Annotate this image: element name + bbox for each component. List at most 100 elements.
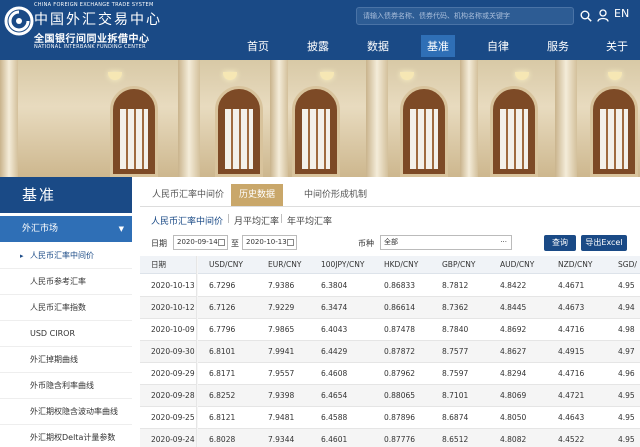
search-input[interactable]: 请输入债券名称、债券代码、机构名称或关键字: [356, 7, 574, 25]
en-title-bottom: NATIONAL INTERBANK FUNDING CENTER: [34, 44, 146, 50]
tab-mechanism[interactable]: 中间价形成机制: [296, 184, 375, 206]
table-cell: 4.8069: [500, 391, 527, 400]
search-button[interactable]: 查询: [544, 235, 576, 251]
table-cell: 6.8028: [209, 435, 236, 444]
table-cell: 4.8692: [500, 325, 527, 334]
table-cell: 4.8082: [500, 435, 527, 444]
table-cell: 4.8294: [500, 369, 527, 378]
sidebar-item-reference-rate[interactable]: 人民币参考汇率: [0, 269, 132, 295]
table-cell: 6.4588: [321, 413, 348, 422]
sidebar-item-implied-vol-curve[interactable]: 外汇期权隐含波动率曲线: [0, 399, 132, 425]
table-row: 2020-10-13 6.7296 7.9386 6.3804 0.86833 8.781…: [140, 275, 640, 297]
date-label: 日期: [151, 239, 167, 248]
nav-data[interactable]: 数据: [367, 38, 389, 54]
start-date-input[interactable]: 2020-09-14: [173, 235, 228, 250]
more-options-icon: ···: [500, 238, 507, 246]
table-cell: 4.4721: [558, 391, 585, 400]
sidebar-item-implied-rate-curve[interactable]: 外币隐含利率曲线: [0, 373, 132, 399]
table-cell: 4.8422: [500, 281, 527, 290]
table-row: 2020-10-09 6.7796 7.9865 6.4043 0.87478 8.784…: [140, 319, 640, 341]
table-cell: 6.7296: [209, 281, 236, 290]
table-header: 100JPY/CNY: [321, 260, 365, 269]
subtab-monthly-avg[interactable]: 月平均汇率: [234, 214, 279, 227]
table-cell: 7.9941: [268, 347, 295, 356]
calendar-icon[interactable]: [218, 239, 225, 246]
table-cell: 8.7101: [442, 391, 469, 400]
nav-home[interactable]: 首页: [247, 38, 269, 54]
table-cell: 6.7796: [209, 325, 236, 334]
table-cell: 7.9557: [268, 369, 295, 378]
tab-history[interactable]: 历史数据: [231, 184, 284, 206]
nav-self-regulation[interactable]: 自律: [487, 38, 509, 54]
sidebar-item-rmb-index[interactable]: 人民币汇率指数: [0, 295, 132, 321]
sidebar: 基准 外汇市场 ▼ 人民币汇率中间价 人民币参考汇率 人民币汇率指数 USD C…: [0, 177, 132, 447]
table-cell: 4.96: [618, 369, 635, 378]
end-date-input[interactable]: 2020-10-13: [242, 235, 297, 250]
table-cell: 6.3804: [321, 281, 348, 290]
table-cell: 6.8121: [209, 413, 236, 422]
table-cell: 4.4716: [558, 325, 585, 334]
main-content: 人民币汇率中间价 历史数据 中间价形成机制 人民币汇率中间价 | 月平均汇率 |…: [140, 177, 640, 447]
nav-disclosure[interactable]: 披露: [307, 38, 329, 54]
tab-central-parity[interactable]: 人民币汇率中间价: [144, 184, 232, 206]
table-cell: 4.98: [618, 325, 635, 334]
language-switch[interactable]: EN: [614, 7, 629, 20]
table-cell: 4.4643: [558, 413, 585, 422]
table-cell: 4.94: [618, 303, 635, 312]
currency-value: 全部: [384, 238, 398, 246]
table-row: 2020-09-25 6.8121 7.9481 6.4588 0.87896 8.687…: [140, 407, 640, 429]
user-icon[interactable]: [597, 9, 609, 22]
subtab-central-parity[interactable]: 人民币汇率中间价: [151, 214, 223, 227]
table-cell: 2020-09-29: [151, 369, 195, 378]
table-cell: 4.95: [618, 435, 635, 444]
table-cell: 8.7577: [442, 347, 469, 356]
table-cell: 4.8627: [500, 347, 527, 356]
table-cell: 6.8171: [209, 369, 236, 378]
table-header: SGD/: [618, 260, 637, 269]
sidebar-item-swap-curve[interactable]: 外汇掉期曲线: [0, 347, 132, 373]
table-cell: 8.6874: [442, 413, 469, 422]
nav-services[interactable]: 服务: [547, 38, 569, 54]
table-cell: 8.7812: [442, 281, 469, 290]
table-cell: 8.7362: [442, 303, 469, 312]
table-cell: 0.88065: [384, 391, 416, 400]
table-cell: 6.8252: [209, 391, 236, 400]
nav-benchmark[interactable]: 基准: [421, 35, 455, 57]
sidebar-title: 基准: [0, 177, 132, 213]
table-cell: 6.4654: [321, 391, 348, 400]
table-cell: 6.7126: [209, 303, 236, 312]
subtab-yearly-avg[interactable]: 年平均汇率: [287, 214, 332, 227]
table-cell: 4.8050: [500, 413, 527, 422]
currency-select[interactable]: 全部 ···: [380, 235, 512, 250]
export-excel-button[interactable]: 导出Excel: [581, 235, 627, 251]
sidebar-item-delta-params[interactable]: 外汇期权Delta计量参数: [0, 425, 132, 447]
table-cell: 4.8445: [500, 303, 527, 312]
search-icon[interactable]: [580, 10, 592, 22]
end-date-value: 2020-10-13: [246, 238, 287, 246]
table-cell: 2020-10-12: [151, 303, 195, 312]
table-cell: 0.87962: [384, 369, 416, 378]
nav-about[interactable]: 关于: [606, 38, 628, 54]
table-cell: 2020-10-13: [151, 281, 195, 290]
table-cell: 6.4429: [321, 347, 348, 356]
cfets-logo-icon[interactable]: [4, 6, 34, 36]
site-header: CHINA FOREIGN EXCHANGE TRADE SYSTEM 中国外汇…: [0, 0, 640, 60]
table-cell: 7.9229: [268, 303, 295, 312]
table-cell: 2020-09-30: [151, 347, 195, 356]
table-cell: 2020-09-24: [151, 435, 195, 444]
table-row: 2020-09-24 6.8028 7.9344 6.4601 0.87776 8.651…: [140, 429, 640, 447]
cn-title-top: 中国外汇交易中心: [34, 12, 162, 28]
table-cell: 4.4716: [558, 369, 585, 378]
calendar-icon[interactable]: [287, 239, 294, 246]
table-cell: 2020-09-25: [151, 413, 195, 422]
sidebar-item-central-parity[interactable]: 人民币汇率中间价: [0, 243, 132, 269]
date-range-separator: 至: [231, 239, 239, 248]
table-header: HKD/CNY: [384, 260, 419, 269]
table-cell: 7.9398: [268, 391, 295, 400]
table-cell: 6.3474: [321, 303, 348, 312]
table-cell: 0.86614: [384, 303, 416, 312]
sidebar-item-usd-ciror[interactable]: USD CIROR: [0, 321, 132, 347]
table-header: NZD/CNY: [558, 260, 593, 269]
sidebar-category-fx[interactable]: 外汇市场 ▼: [0, 216, 132, 242]
table-cell: 2020-09-28: [151, 391, 195, 400]
